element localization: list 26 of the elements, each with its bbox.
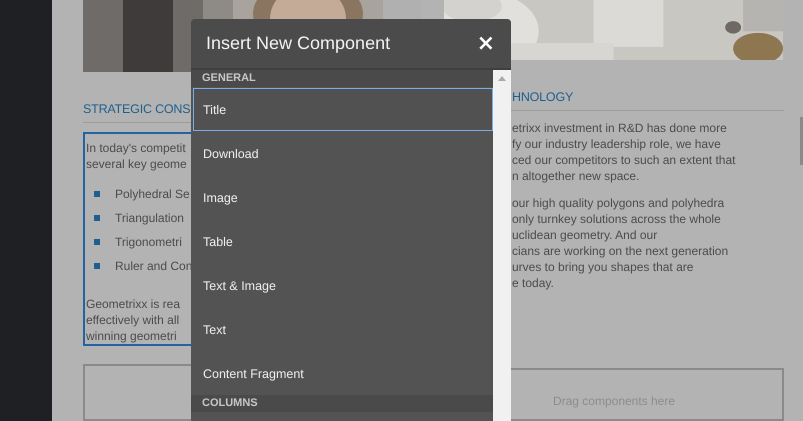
component-item[interactable]: Text & Image [193,264,493,307]
paragraph: etrixx investment in R&D has done more fy our industry leadership role, we have ced our competitors to such an extent that n altogether new space. [511,120,736,184]
bullet-icon [94,191,100,198]
list-item: Triangulation [115,211,184,226]
scrollbar[interactable] [493,70,511,421]
bullet-icon [94,239,100,246]
component-item[interactable]: Table [193,220,493,263]
list-item: Polyhedral Se [115,187,190,202]
dialog-title: Insert New Component [206,33,390,54]
bullet-icon [94,263,100,270]
list-item: Trigonometri [115,235,182,250]
component-item[interactable]: Image [193,176,493,219]
component-item[interactable]: Download [193,132,493,175]
section-heading: HNOLOGY [511,89,574,106]
component-item[interactable]: Text [193,308,493,351]
paragraph: our high quality polygons and polyhedra only turnkey solutions across the whole uclidean geometry. And our cians are working on the next generation urves to bring you shapes that are e today. [511,194,728,291]
close-button[interactable]: × [476,32,495,54]
group-header: GENERAL [191,70,493,87]
bullet-icon [94,215,100,222]
scrollbar-thumb[interactable] [800,117,803,165]
scroll-up-icon[interactable] [498,76,506,81]
paragraph: In today's competit several key geome [86,140,187,172]
component-item[interactable]: Title [193,88,493,131]
section-heading: STRATEGIC CONS [83,101,190,118]
paragraph: Geometrixx is rea effectively with all winning geometri [86,296,180,344]
group-header: COLUMNS [191,395,493,412]
